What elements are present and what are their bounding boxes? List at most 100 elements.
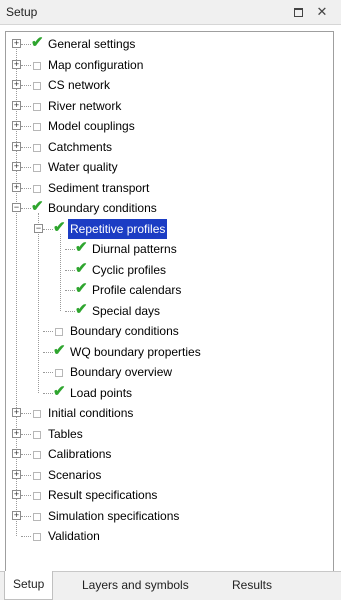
tree-connector: [21, 105, 31, 107]
tree-connector: [43, 372, 53, 373]
tree-connector: [43, 228, 53, 230]
checkbox-empty-icon[interactable]: [33, 410, 41, 418]
tab-results[interactable]: Results: [224, 572, 280, 598]
tree-item-label: Profile calendars: [92, 283, 182, 297]
tree-item[interactable]: + Result specifications: [6, 485, 333, 505]
panel-title: Setup: [6, 5, 38, 19]
tree-item-label: Result specifications: [48, 488, 158, 502]
tree-item-label: Diurnal patterns: [92, 242, 177, 256]
checkbox-empty-icon[interactable]: [33, 451, 41, 459]
tree-item[interactable]: ✔ Profile calendars: [6, 280, 333, 300]
tree-connector: [21, 413, 31, 414]
tree-item[interactable]: + CS network: [6, 75, 333, 95]
tree-item[interactable]: Validation: [6, 526, 333, 546]
tree-item[interactable]: Boundary overview: [6, 362, 333, 382]
tree-item[interactable]: + River network: [6, 96, 333, 116]
expand-icon[interactable]: +: [12, 408, 21, 417]
expand-icon[interactable]: +: [12, 449, 21, 458]
pin-icon[interactable]: [289, 3, 307, 21]
tab-setup[interactable]: Setup: [4, 571, 54, 600]
panel-titlebar: Setup ✕: [0, 0, 341, 25]
tree-item[interactable]: + Map configuration: [6, 55, 333, 75]
tree-connector: [21, 536, 31, 537]
checkbox-empty-icon[interactable]: [33, 184, 41, 193]
checkmark-icon[interactable]: ✔: [75, 301, 88, 318]
tree-item[interactable]: ✔ Cyclic profiles: [6, 260, 333, 280]
tree-item[interactable]: + Scenarios: [6, 465, 333, 485]
tree-item-label: Load points: [70, 385, 133, 400]
tree-item[interactable]: + Sediment transport: [6, 178, 333, 198]
checkbox-empty-icon[interactable]: [33, 471, 41, 480]
tree-item[interactable]: ✔ Diurnal patterns: [6, 239, 333, 259]
tree-item[interactable]: ✔ Special days: [6, 301, 333, 321]
expand-icon[interactable]: +: [12, 59, 21, 69]
tree-connector: [21, 126, 31, 127]
checkmark-icon[interactable]: ✔: [75, 260, 88, 277]
checkbox-empty-icon[interactable]: [33, 102, 41, 111]
expand-icon[interactable]: +: [12, 80, 21, 89]
checkmark-icon[interactable]: ✔: [31, 34, 44, 51]
checkmark-icon[interactable]: ✔: [53, 219, 66, 236]
checkbox-empty-icon[interactable]: [33, 533, 41, 541]
tree-connector: [21, 85, 31, 86]
tree-item-label: Map configuration: [48, 57, 144, 72]
checkbox-empty-icon[interactable]: [33, 143, 41, 152]
expand-icon[interactable]: +: [12, 121, 21, 130]
tree-item[interactable]: + Calibrations: [6, 444, 333, 464]
expand-icon[interactable]: +: [12, 141, 21, 151]
tree-connector: [65, 249, 75, 250]
checkmark-icon[interactable]: ✔: [53, 342, 66, 359]
tree-item[interactable]: + Tables: [6, 424, 333, 444]
expand-icon[interactable]: +: [12, 469, 21, 479]
tree-item[interactable]: + Catchments: [6, 137, 333, 157]
tree-item[interactable]: Boundary conditions: [6, 321, 333, 341]
tree-item-label: Sediment transport: [48, 180, 150, 195]
expand-icon[interactable]: +: [12, 100, 21, 110]
tree-item-label: Initial conditions: [48, 406, 134, 420]
tree-item[interactable]: + ✔ General settings: [6, 34, 333, 54]
checkbox-empty-icon[interactable]: [55, 328, 63, 336]
tree-connector: [65, 269, 75, 271]
tree-item[interactable]: + Initial conditions: [6, 403, 333, 423]
tree-item-label: Scenarios: [48, 467, 102, 482]
tree-connector: [21, 208, 31, 209]
checkmark-icon[interactable]: ✔: [31, 198, 44, 215]
tree-item[interactable]: ✔ WQ boundary properties: [6, 342, 333, 362]
tree-item-label: General settings: [48, 37, 136, 51]
expand-icon[interactable]: +: [12, 428, 21, 438]
expand-icon[interactable]: +: [12, 39, 21, 48]
collapse-icon[interactable]: −: [12, 203, 21, 212]
tree-item-label: Validation: [48, 529, 100, 543]
expand-icon[interactable]: +: [12, 510, 21, 520]
expand-icon[interactable]: +: [12, 490, 21, 499]
checkbox-empty-icon[interactable]: [33, 164, 41, 172]
expand-icon[interactable]: +: [12, 182, 21, 192]
collapse-icon[interactable]: −: [34, 223, 43, 233]
tree-connector: [21, 454, 31, 455]
tree-item-label: Repetitive profiles: [66, 217, 169, 240]
checkbox-empty-icon[interactable]: [33, 492, 41, 500]
bottom-tabs: Setup Layers and symbols Results: [0, 571, 341, 600]
checkmark-icon[interactable]: ✔: [53, 383, 66, 400]
tree-item-label: CS network: [48, 78, 111, 92]
tree-item[interactable]: ✔ Load points: [6, 383, 333, 403]
tree-item[interactable]: + Simulation specifications: [6, 506, 333, 526]
tree-connector: [21, 146, 31, 148]
tab-layers-and-symbols[interactable]: Layers and symbols: [74, 572, 197, 598]
checkbox-empty-icon[interactable]: [33, 61, 41, 70]
tree-item[interactable]: + Water quality: [6, 157, 333, 177]
checkmark-icon[interactable]: ✔: [75, 239, 88, 256]
tree-item[interactable]: − ✔ Boundary conditions: [6, 198, 333, 218]
checkbox-empty-icon[interactable]: [33, 82, 41, 90]
checkbox-empty-icon[interactable]: [55, 369, 63, 377]
tree-item[interactable]: − ✔ Repetitive profiles: [6, 217, 333, 240]
tree-connector: [21, 433, 31, 435]
tree-item[interactable]: + Model couplings: [6, 116, 333, 136]
checkbox-empty-icon[interactable]: [33, 512, 41, 521]
tree-item-label: River network: [48, 98, 122, 113]
checkmark-icon[interactable]: ✔: [75, 280, 88, 297]
expand-icon[interactable]: +: [12, 162, 21, 171]
checkbox-empty-icon[interactable]: [33, 123, 41, 131]
close-icon[interactable]: ✕: [313, 3, 331, 21]
checkbox-empty-icon[interactable]: [33, 430, 41, 439]
